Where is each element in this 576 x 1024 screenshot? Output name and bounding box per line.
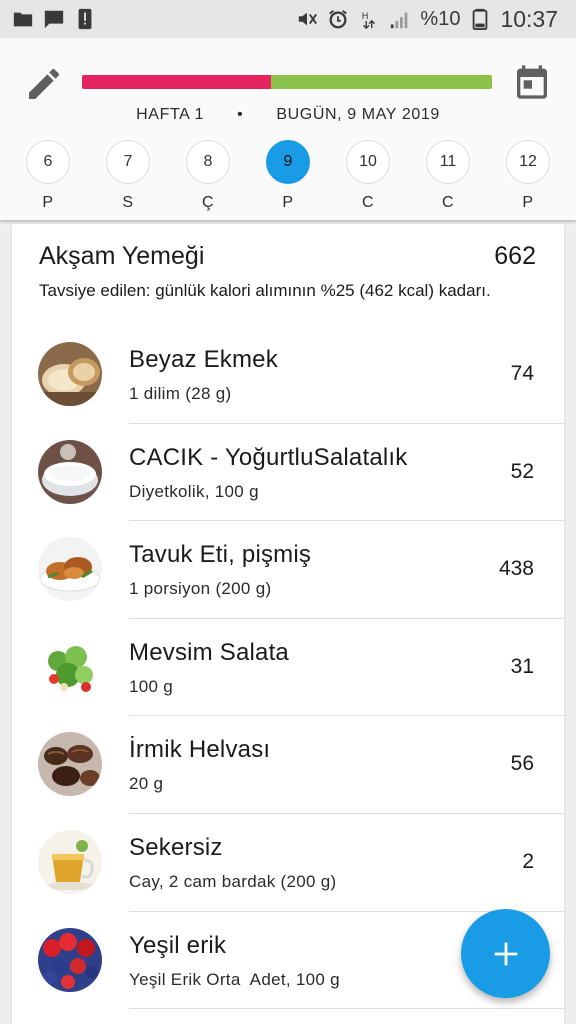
day-10[interactable]: 10 C	[345, 140, 391, 212]
day-number: 10	[346, 140, 390, 184]
food-item[interactable]: Sekersiz Cay, 2 cam bardak (200 g) 2	[12, 814, 564, 912]
battery-icon	[473, 8, 488, 30]
food-portion: Diyetkolik, 100 g	[129, 481, 259, 501]
day-number: 8	[186, 140, 230, 184]
food-item[interactable]: İrmik Helvası 20 g 56	[12, 716, 564, 814]
tea-icon	[38, 829, 102, 894]
day-number: 11	[426, 140, 470, 184]
food-list: Beyaz Ekmek 1 dilim (28 g) 74 CACIK - Yoğur…	[12, 326, 564, 1010]
food-item[interactable]: CACIK - YoğurtluSalatalık Diyetkolik, 100…	[12, 424, 564, 522]
food-name: Beyaz Ekmek	[129, 346, 278, 373]
chat-icon	[44, 10, 64, 29]
day-name: Ç	[201, 194, 215, 211]
alert-icon	[78, 8, 92, 30]
food-portion: 1 porsiyon (200 g)	[129, 579, 272, 599]
chicken-icon	[38, 537, 102, 602]
consumed-segment	[82, 75, 271, 89]
food-item[interactable]: Tavuk Eti, pişmiş 1 porsiyon (200 g) 438	[12, 521, 564, 619]
food-name: Sekersiz	[129, 833, 223, 861]
alarm-icon	[329, 10, 348, 29]
food-portion: 100 g	[129, 676, 174, 696]
battery-percent: %10	[420, 7, 461, 30]
calendar-button[interactable]	[512, 62, 552, 102]
day-name: P	[42, 194, 54, 211]
svg-text:H: H	[362, 11, 369, 22]
food-item[interactable]: Mevsim Salata 100 g 31	[12, 619, 564, 717]
bread-icon	[38, 342, 102, 406]
food-portion: 20 g	[129, 774, 164, 794]
day-11[interactable]: 11 C	[425, 140, 471, 212]
food-portion: Cay, 2 cam bardak (200 g)	[129, 871, 337, 891]
food-kcal: 74	[510, 362, 534, 385]
meal-recommendation: Tavsiye edilen: günlük kalori alımının %…	[39, 281, 491, 300]
status-bar: H %10 10:37	[0, 0, 576, 38]
divider	[129, 1008, 564, 1010]
day-6[interactable]: 6P	[25, 140, 71, 212]
dessert-icon	[38, 732, 102, 797]
food-name: Yeşil erik	[129, 931, 227, 959]
day-number: 6	[26, 140, 70, 184]
meal-title: Akşam Yemeği	[39, 242, 205, 270]
food-portion: 1 dilim (28 g)	[129, 384, 232, 403]
day-number: 7	[106, 140, 150, 184]
day-9[interactable]: 9P	[265, 140, 311, 212]
food-kcal: 52	[510, 459, 534, 483]
remaining-segment	[270, 75, 492, 89]
add-food-button[interactable]	[461, 909, 550, 998]
day-7[interactable]: 7S	[105, 140, 151, 212]
food-kcal: 56	[510, 752, 534, 776]
clock: 10:37	[500, 5, 558, 32]
day-8[interactable]: 8Ç	[185, 140, 231, 212]
food-name: CACIK - YoğurtluSalatalık	[129, 443, 408, 471]
week-date-line: HAFTA 1 • BUGÜN, 9 MAY 2019	[0, 106, 576, 124]
yogurt-icon	[38, 439, 102, 504]
food-kcal: 31	[510, 654, 534, 678]
signal-icon	[391, 12, 408, 29]
day-12[interactable]: 12 P	[505, 140, 551, 212]
separator-dot: •	[237, 106, 244, 123]
food-kcal: 2	[522, 849, 534, 873]
food-portion: Yeşil Erik Orta Adet, 100 g	[129, 969, 340, 989]
meal-total-kcal: 662	[494, 242, 536, 270]
day-name: C	[441, 194, 455, 211]
day-header: HAFTA 1 • BUGÜN, 9 MAY 2019 6 P 7 S 8 Ç 9 P 10 C 1…	[0, 38, 576, 220]
food-name: Tavuk Eti, pişmiş	[129, 541, 312, 569]
food-item[interactable]: Beyaz Ekmek 1 dilim (28 g) 74	[12, 326, 564, 424]
meal-card: Akşam Yemeği 662 Tavsiye edilen: günlük …	[12, 224, 564, 1024]
week-label: HAFTA 1	[136, 106, 205, 123]
pencil-icon	[29, 68, 60, 99]
calendar-icon	[517, 65, 547, 99]
calorie-progress-bar	[82, 75, 492, 89]
day-name: P	[522, 194, 534, 211]
salad-icon	[38, 634, 102, 699]
day-number: 9	[266, 140, 310, 184]
folder-icon	[13, 12, 33, 27]
day-name: S	[122, 194, 134, 211]
mute-icon	[299, 12, 318, 26]
food-name: Mevsim Salata	[129, 638, 289, 666]
day-name: C	[361, 194, 375, 211]
food-kcal: 438	[498, 557, 534, 581]
food-name: İrmik Helvası	[129, 736, 271, 764]
plus-icon	[494, 942, 517, 965]
day-number: 12	[506, 140, 550, 184]
data-icon: H	[362, 11, 376, 30]
day-selector: 6 P 7 S 8 Ç 9 P 10 C 11 C 12 P	[0, 140, 576, 218]
berries-icon	[38, 927, 102, 992]
date-label: BUGÜN, 9 MAY 2019	[276, 106, 440, 123]
edit-button[interactable]	[24, 64, 64, 104]
day-name: P	[282, 194, 294, 211]
